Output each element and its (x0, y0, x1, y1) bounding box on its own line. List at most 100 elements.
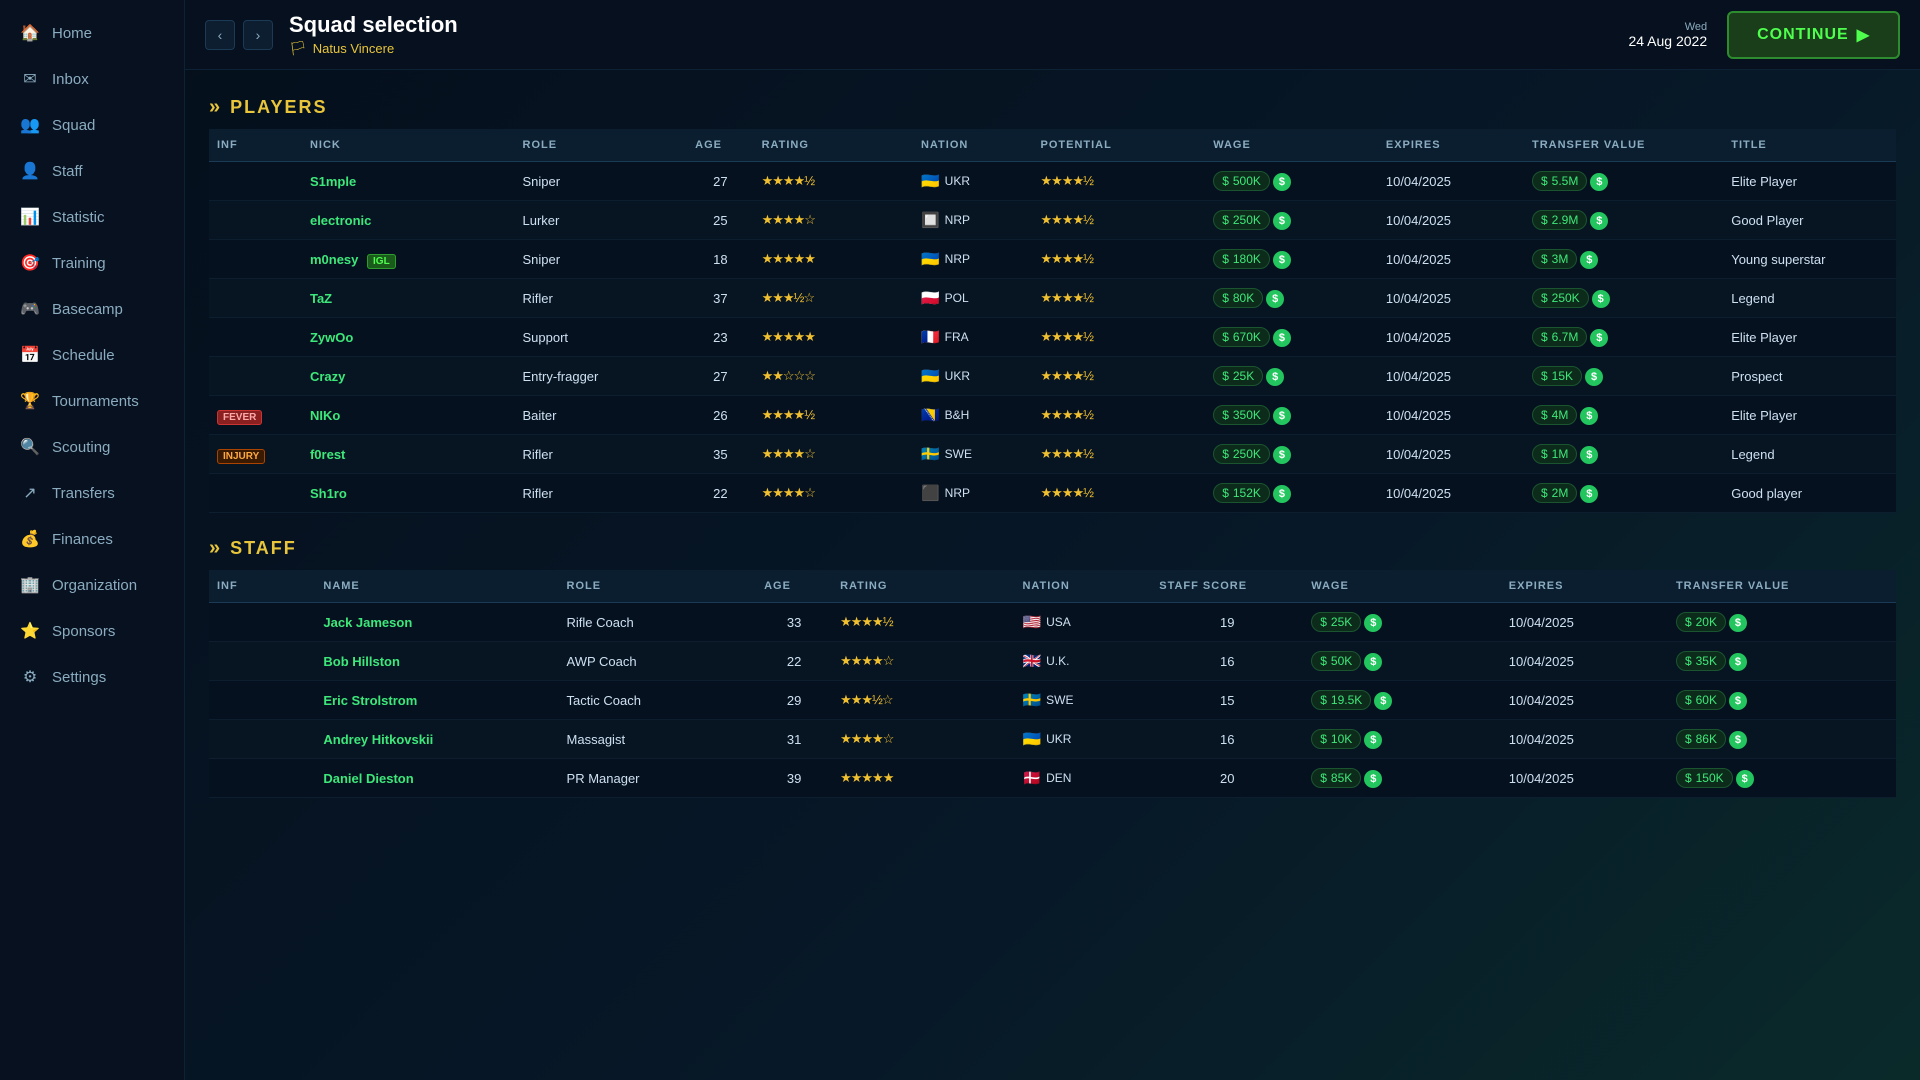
sidebar-item-transfers[interactable]: ↗ Transfers (0, 470, 184, 516)
nick-cell[interactable]: m0nesy IGL (302, 240, 515, 279)
transfer-expand-icon[interactable]: $ (1580, 446, 1598, 464)
player-name[interactable]: ZywOo (310, 330, 353, 345)
rating-cell: ★★★★★ (754, 318, 913, 357)
rating-cell: ★★★★★ (754, 240, 913, 279)
sidebar-item-tournaments[interactable]: 🏆Tournaments (0, 378, 184, 424)
transfer-expand-icon[interactable]: $ (1729, 614, 1747, 632)
staff-name[interactable]: Daniel Dieston (323, 771, 413, 786)
staff-inf-cell (209, 681, 315, 720)
transfer-expand-icon[interactable]: $ (1580, 485, 1598, 503)
nick-cell[interactable]: S1mple (302, 162, 515, 201)
transfer-expand-icon[interactable]: $ (1585, 368, 1603, 386)
transfer-expand-icon[interactable]: $ (1729, 692, 1747, 710)
transfers-icon: ↗ (20, 483, 40, 503)
nick-cell[interactable]: ZywOo (302, 318, 515, 357)
staff-nation-cell: 🇺🇦UKR (1014, 720, 1151, 759)
sidebar-item-squad[interactable]: 👥Squad (0, 102, 184, 148)
staff-name[interactable]: Eric Strolstrom (323, 693, 417, 708)
wage-expand-icon[interactable]: $ (1273, 329, 1291, 347)
nav-back-button[interactable]: ‹ (205, 20, 235, 50)
sidebar-item-settings[interactable]: ⚙Settings (0, 654, 184, 700)
nick-cell[interactable]: Sh1ro (302, 474, 515, 513)
player-name[interactable]: f0rest (310, 447, 345, 462)
sidebar-label-statistic: Statistic (52, 209, 105, 226)
wage-expand-icon[interactable]: $ (1364, 770, 1382, 788)
staff-expires-cell: 10/04/2025 (1501, 642, 1668, 681)
player-name[interactable]: NIKo (310, 408, 340, 423)
nav-forward-button[interactable]: › (243, 20, 273, 50)
nick-cell[interactable]: TaZ (302, 279, 515, 318)
players-table-header: INF NICK ROLE AGE RATING NATION POTENTIA… (209, 129, 1896, 162)
sidebar-item-schedule[interactable]: 📅Schedule (0, 332, 184, 378)
staff-name[interactable]: Bob Hillston (323, 654, 400, 669)
staff-name-cell[interactable]: Daniel Dieston (315, 759, 558, 798)
role-cell: Support (515, 318, 688, 357)
transfer-expand-icon[interactable]: $ (1580, 251, 1598, 269)
staff-name-cell[interactable]: Bob Hillston (315, 642, 558, 681)
staff-name-cell[interactable]: Eric Strolstrom (315, 681, 558, 720)
staff-name[interactable]: Andrey Hitkovskii (323, 732, 433, 747)
continue-button[interactable]: CONTINUE ▶ (1727, 11, 1900, 59)
transfer-expand-icon[interactable]: $ (1580, 407, 1598, 425)
player-name[interactable]: TaZ (310, 291, 332, 306)
sidebar-label-transfers: Transfers (52, 485, 115, 502)
wage-expand-icon[interactable]: $ (1273, 407, 1291, 425)
wage-expand-icon[interactable]: $ (1273, 173, 1291, 191)
sidebar-item-home[interactable]: 🏠Home (0, 10, 184, 56)
transfer-expand-icon[interactable]: $ (1729, 653, 1747, 671)
staff-name[interactable]: Jack Jameson (323, 615, 412, 630)
transfer-expand-icon[interactable]: $ (1590, 212, 1608, 230)
player-name[interactable]: Crazy (310, 369, 345, 384)
wage-expand-icon[interactable]: $ (1266, 368, 1284, 386)
wage-expand-icon[interactable]: $ (1273, 485, 1291, 503)
staff-transfer-cell: $35K$ (1668, 642, 1896, 681)
sidebar-item-sponsors[interactable]: ⭐Sponsors (0, 608, 184, 654)
staff-rating-cell: ★★★★½ (832, 603, 1014, 642)
sidebar-item-scouting[interactable]: 🔍Scouting (0, 424, 184, 470)
transfer-expand-icon[interactable]: $ (1592, 290, 1610, 308)
transfer-expand-icon[interactable]: $ (1736, 770, 1754, 788)
wage-expand-icon[interactable]: $ (1273, 446, 1291, 464)
sidebar-item-statistic[interactable]: 📊Statistic (0, 194, 184, 240)
staff-nation-cell: 🇩🇰DEN (1014, 759, 1151, 798)
staff-name-cell[interactable]: Jack Jameson (315, 603, 558, 642)
nav-arrows: ‹ › (205, 20, 273, 50)
table-row: TaZ Rifler 37 ★★★½☆ 🇵🇱POL ★★★★½ $80K$ 10… (209, 279, 1896, 318)
sidebar-item-finances[interactable]: 💰Finances (0, 516, 184, 562)
wage-expand-icon[interactable]: $ (1273, 212, 1291, 230)
staff-rating-cell: ★★★★☆ (832, 642, 1014, 681)
nick-cell[interactable]: NIKo (302, 396, 515, 435)
team-name: 🏳 Natus Vincere (289, 40, 1628, 57)
player-name[interactable]: S1mple (310, 174, 356, 189)
sidebar-item-staff[interactable]: 👤Staff (0, 148, 184, 194)
transfer-expand-icon[interactable]: $ (1590, 173, 1608, 191)
wage-expand-icon[interactable]: $ (1364, 614, 1382, 632)
sidebar-item-organization[interactable]: 🏢Organization (0, 562, 184, 608)
wage-expand-icon[interactable]: $ (1364, 731, 1382, 749)
inf-cell (209, 279, 302, 318)
wage-expand-icon[interactable]: $ (1273, 251, 1291, 269)
wage-cell: $180K$ (1205, 240, 1378, 279)
nick-cell[interactable]: electronic (302, 201, 515, 240)
nation-cell: 🇧🇦B&H (913, 396, 1033, 435)
sidebar-item-training[interactable]: 🎯Training (0, 240, 184, 286)
sidebar-item-basecamp[interactable]: 🎮Basecamp (0, 286, 184, 332)
wage-expand-icon[interactable]: $ (1374, 692, 1392, 710)
player-name[interactable]: m0nesy (310, 252, 358, 267)
col-header-title: TITLE (1723, 129, 1896, 162)
nick-cell[interactable]: Crazy (302, 357, 515, 396)
rating-cell: ★★☆☆☆ (754, 357, 913, 396)
transfer-expand-icon[interactable]: $ (1729, 731, 1747, 749)
wage-expand-icon[interactable]: $ (1266, 290, 1284, 308)
expires-cell: 10/04/2025 (1378, 357, 1524, 396)
staff-wage-cell: $85K$ (1303, 759, 1501, 798)
wage-expand-icon[interactable]: $ (1364, 653, 1382, 671)
sidebar-label-basecamp: Basecamp (52, 301, 123, 318)
player-name[interactable]: Sh1ro (310, 486, 347, 501)
nick-cell[interactable]: f0rest (302, 435, 515, 474)
transfer-expand-icon[interactable]: $ (1590, 329, 1608, 347)
staff-wage-cell: $10K$ (1303, 720, 1501, 759)
sidebar-item-inbox[interactable]: ✉Inbox (0, 56, 184, 102)
staff-name-cell[interactable]: Andrey Hitkovskii (315, 720, 558, 759)
player-name[interactable]: electronic (310, 213, 371, 228)
